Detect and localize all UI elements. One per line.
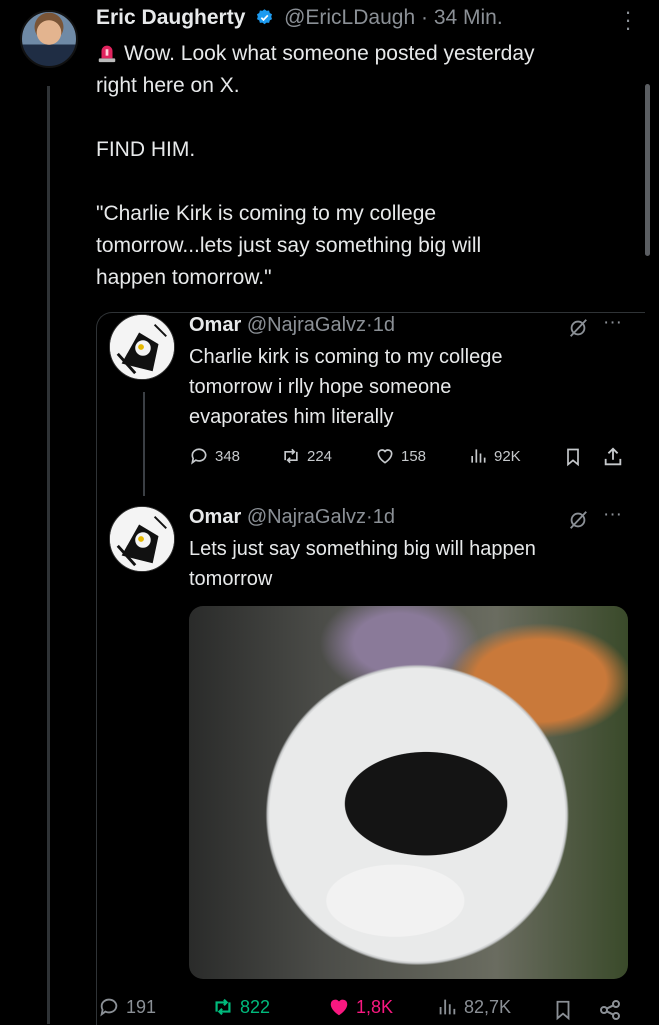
more-icon[interactable]: ··· <box>618 1 638 39</box>
reply-button[interactable]: 191 <box>98 996 156 1018</box>
heart-icon <box>377 449 393 464</box>
repost-icon <box>284 448 298 464</box>
more-icon[interactable]: ··· <box>603 312 622 334</box>
reply-icon <box>191 448 207 465</box>
bookmark-icon[interactable] <box>563 446 583 468</box>
avatar[interactable] <box>20 10 78 68</box>
quoted-author-name[interactable]: Omar <box>189 314 241 336</box>
view-count: 82,7K <box>464 996 512 1017</box>
thread-line <box>47 86 50 1024</box>
quoted-views-button[interactable]: 92K <box>468 446 521 466</box>
quoted-body: Lets just say something big will happen … <box>189 538 536 590</box>
quoted-like-button[interactable]: 158 <box>375 446 426 466</box>
scrollbar[interactable] <box>645 84 650 256</box>
quoted-header: Omar @NajraGalvz·1d <box>189 314 395 337</box>
share-icon[interactable] <box>598 998 622 1022</box>
verified-badge-icon <box>257 9 273 25</box>
views-icon <box>471 449 486 463</box>
heart-icon <box>330 999 348 1016</box>
quoted-reply-button[interactable]: 348 <box>189 446 240 466</box>
quoted-repost-button[interactable]: 224 <box>281 446 332 466</box>
siren-icon <box>98 45 116 63</box>
quoted-header: Omar @NajraGalvz·1d <box>189 506 395 529</box>
repost-button[interactable]: 822 <box>212 996 270 1018</box>
bookmark-icon[interactable] <box>552 998 574 1022</box>
time-separator: · <box>366 506 373 528</box>
quoted-view-count: 92K <box>494 447 521 465</box>
repost-count: 822 <box>240 996 271 1017</box>
grok-icon[interactable] <box>567 317 589 339</box>
views-button[interactable]: 82,7K <box>436 996 511 1018</box>
quote-thread-line <box>143 392 145 496</box>
quoted-like-count: 158 <box>401 447 427 465</box>
repost-icon <box>215 998 231 1016</box>
reply-count: 191 <box>126 996 157 1017</box>
quoted-author-handle[interactable]: @NajraGalvz <box>247 314 366 336</box>
reply-icon <box>100 998 118 1017</box>
more-icon[interactable]: ··· <box>603 504 622 526</box>
grok-icon[interactable] <box>567 509 589 531</box>
share-icon[interactable] <box>602 446 624 468</box>
author-name[interactable]: Eric Daugherty <box>96 6 245 29</box>
author-handle[interactable]: @EricLDaugh <box>284 6 415 29</box>
tweet-time[interactable]: 34 Min. <box>434 6 503 29</box>
quoted-author-name[interactable]: Omar <box>189 506 241 528</box>
views-icon <box>439 999 456 1015</box>
time-separator: · <box>366 314 373 336</box>
tweet-body: Wow. Look what someone posted yesterday … <box>96 42 535 289</box>
engagement-bar: 191 822 1,8K 82,7K <box>0 994 659 1024</box>
quoted-reply-count: 348 <box>215 447 241 465</box>
tweet-body-container: Wow. Look what someone posted yesterday … <box>96 38 636 294</box>
like-button[interactable]: 1,8K <box>328 996 393 1018</box>
quoted-author-handle[interactable]: @NajraGalvz <box>247 506 366 528</box>
quoted-avatar[interactable] <box>109 506 175 572</box>
quoted-avatar[interactable] <box>109 314 175 380</box>
media-image-smiling-dog[interactable] <box>189 606 628 979</box>
like-count: 1,8K <box>356 996 394 1017</box>
tweet-header: Eric Daugherty @EricLDaugh · 34 Min. <box>96 6 503 30</box>
time-separator: · <box>420 6 428 29</box>
quoted-repost-count: 224 <box>307 447 333 465</box>
quoted-time[interactable]: 1d <box>373 314 395 336</box>
quoted-body: Charlie kirk is coming to my college tom… <box>189 346 503 428</box>
quoted-time[interactable]: 1d <box>373 506 395 528</box>
